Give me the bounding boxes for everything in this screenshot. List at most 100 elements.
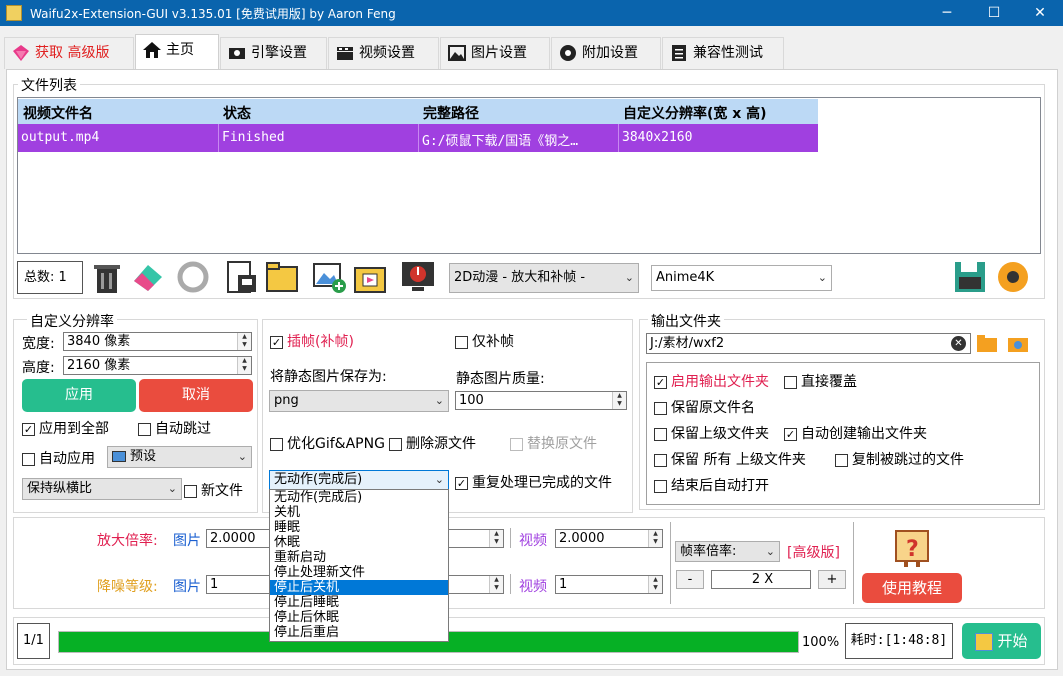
height-spinner[interactable]: ▲ ▼ [237, 357, 251, 374]
dropdown-option[interactable]: 休眠 [270, 535, 448, 550]
separator [510, 574, 511, 594]
app-icon [6, 5, 22, 21]
aspect-ratio-combo[interactable]: 保持纵横比 ⌄ [22, 478, 182, 500]
enable-output-checkbox[interactable]: ✓ 启用输出文件夹 [654, 371, 769, 391]
auto-open-checkbox[interactable]: 结束后自动打开 [654, 475, 769, 495]
preset-combo[interactable]: 预设 ⌄ [107, 446, 252, 468]
chevron-down-icon: ⌄ [817, 271, 827, 284]
engine-combo[interactable]: Anime4K ⌄ [651, 265, 832, 291]
scale-video-spinner[interactable]: ▲ ▼ [648, 530, 662, 547]
auto-apply-checkbox[interactable]: 自动应用 [22, 448, 95, 468]
cell-path: G:/硕鼠下载/国语《钢之… [418, 124, 618, 152]
video-folder-icon[interactable] [352, 259, 388, 295]
add-image-icon[interactable] [312, 259, 348, 295]
denoise-image-spinner[interactable]: ▲ ▼ [489, 576, 503, 593]
fps-minus-button[interactable]: - [676, 570, 704, 589]
auto-skip-checkbox[interactable]: 自动跳过 [138, 418, 211, 438]
model-combo[interactable]: 2D动漫 - 放大和补帧 - ⌄ [449, 263, 639, 293]
column-header-resolution[interactable]: 自定义分辨率(宽 x 高) [623, 103, 767, 123]
file-list-label: 文件列表 [18, 75, 80, 95]
settings-icon[interactable] [995, 259, 1031, 295]
output-path-field[interactable]: J:/素材/wxf2 ✕ [646, 333, 971, 354]
tab-premium[interactable]: 获取 高级版 [4, 37, 134, 69]
separator [853, 522, 854, 604]
table-row[interactable]: output.mp4 Finished G:/硕鼠下载/国语《钢之… 3840x… [18, 124, 818, 152]
denoise-video-spinner[interactable]: ▲ ▼ [648, 576, 662, 593]
width-field[interactable]: 3840 像素 ▲ ▼ [63, 332, 252, 351]
dropdown-option[interactable]: 停止处理新文件 [270, 565, 448, 580]
premium-label: [高级版] [787, 545, 840, 561]
dropdown-option[interactable]: 停止后重启 [270, 625, 448, 640]
quality-field[interactable]: 100 ▲ ▼ [455, 391, 627, 410]
reprocess-checkbox[interactable]: ✓ 重复处理已完成的文件 [455, 472, 612, 492]
frame-interp-only-checkbox[interactable]: 仅补帧 [455, 331, 514, 351]
scale-label: 放大倍率: [97, 533, 158, 549]
fps-value-field[interactable]: 2 X [711, 570, 811, 589]
quality-spinner[interactable]: ▲ ▼ [612, 392, 626, 409]
auto-create-checkbox[interactable]: ✓ 自动创建输出文件夹 [784, 423, 927, 443]
tab-home[interactable]: 主页 [135, 34, 219, 70]
start-button[interactable]: 开始 [962, 623, 1041, 659]
dropdown-option-list: 无动作(完成后) 关机 睡眠 休眠 重新启动 停止处理新文件 停止后关机 停止后睡眠 停止后休眠… [270, 490, 448, 640]
image-format-combo[interactable]: png ⌄ [269, 390, 449, 412]
column-header-filename[interactable]: 视频文件名 [23, 103, 93, 123]
scale-video-field[interactable]: 2.0000 ▲ ▼ [555, 529, 663, 548]
quality-label: 静态图片质量: [456, 371, 545, 387]
dropdown-option[interactable]: 停止后睡眠 [270, 595, 448, 610]
width-spinner[interactable]: ▲ ▼ [237, 333, 251, 350]
minimize-button[interactable]: ─ [924, 0, 970, 26]
dropdown-option[interactable]: 停止后关机 [270, 580, 448, 595]
apply-all-checkbox[interactable]: ✓ 应用到全部 [22, 418, 109, 438]
table-header: 视频文件名 状态 完整路径 自定义分辨率(宽 x 高) [18, 99, 818, 124]
after-finish-combo[interactable]: 无动作(完成后) ⌄ [269, 470, 449, 490]
undo-icon[interactable] [175, 259, 211, 295]
denoise-video-field[interactable]: 1 ▲ ▼ [555, 575, 663, 594]
new-file-checkbox[interactable]: 新文件 [184, 480, 243, 500]
dropdown-option[interactable]: 无动作(完成后) [270, 490, 448, 505]
maximize-button[interactable]: ☐ [971, 0, 1017, 26]
chevron-down-icon: ⌄ [765, 545, 775, 558]
column-header-status[interactable]: 状态 [223, 103, 251, 123]
tab-compat[interactable]: 兼容性测试 [662, 37, 784, 69]
open-output-icon[interactable] [1007, 333, 1029, 353]
tutorial-button[interactable]: 使用教程 [862, 573, 962, 603]
dropdown-option[interactable]: 睡眠 [270, 520, 448, 535]
shutdown-icon[interactable] [400, 259, 436, 295]
frame-interp-checkbox[interactable]: ✓ 插帧(补帧) [270, 331, 354, 351]
dropdown-option[interactable]: 关机 [270, 505, 448, 520]
open-folder-icon[interactable] [264, 259, 300, 295]
keep-parent-checkbox[interactable]: 保留上级文件夹 [654, 423, 769, 443]
fps-multiplier-combo[interactable]: 帧率倍率: ⌄ [675, 541, 780, 562]
help-icon: ? [892, 528, 932, 568]
tab-extra[interactable]: 附加设置 [551, 37, 661, 69]
keep-all-parent-checkbox[interactable]: 保留 所有 上级文件夹 [654, 449, 806, 469]
scale-image-spinner[interactable]: ▲ ▼ [489, 530, 503, 547]
keep-name-checkbox[interactable]: 保留原文件名 [654, 397, 755, 417]
cancel-button[interactable]: 取消 [139, 379, 253, 412]
delete-source-checkbox[interactable]: 删除源文件 [389, 433, 476, 453]
checkmark-icon: ✓ [22, 422, 35, 436]
copy-skipped-checkbox[interactable]: 复制被跳过的文件 [835, 449, 964, 469]
close-button[interactable]: ✕ [1017, 0, 1063, 26]
dropdown-option[interactable]: 重新启动 [270, 550, 448, 565]
tab-video[interactable]: 视频设置 [328, 37, 439, 69]
save-as-label: 将静态图片保存为: [270, 369, 387, 385]
clear-list-icon[interactable] [89, 259, 124, 295]
clear-icon[interactable]: ✕ [951, 336, 966, 351]
eraser-icon[interactable] [130, 259, 166, 295]
cell-filename: output.mp4 [21, 130, 100, 145]
apply-button[interactable]: 应用 [22, 379, 136, 412]
browse-folder-icon[interactable] [976, 333, 998, 353]
save-settings-icon[interactable] [952, 259, 988, 295]
optimize-gif-checkbox[interactable]: 优化Gif&APNG [270, 433, 385, 453]
fps-plus-button[interactable]: + [818, 570, 846, 589]
dropdown-option[interactable]: 停止后休眠 [270, 610, 448, 625]
height-field[interactable]: 2160 像素 ▲ ▼ [63, 356, 252, 375]
overwrite-checkbox[interactable]: 直接覆盖 [784, 371, 857, 391]
resolution-label: 自定义分辨率 [27, 311, 117, 331]
tab-image[interactable]: 图片设置 [440, 37, 550, 69]
tab-engine[interactable]: 引擎设置 [220, 37, 327, 69]
save-list-icon[interactable] [224, 259, 260, 295]
checklist-icon [669, 43, 689, 63]
column-header-path[interactable]: 完整路径 [423, 103, 479, 123]
